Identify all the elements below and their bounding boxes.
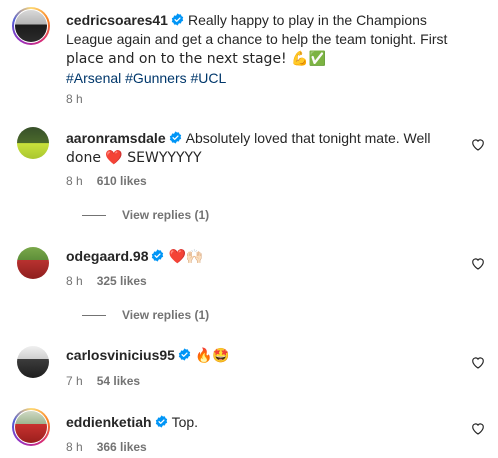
likes-count[interactable]: 54 likes bbox=[97, 374, 140, 388]
verified-badge-icon bbox=[171, 13, 184, 26]
view-replies-button[interactable]: View replies (1) bbox=[82, 208, 209, 222]
avatar[interactable] bbox=[15, 10, 47, 42]
divider bbox=[82, 315, 106, 317]
comment: eddienketiah Top. bbox=[66, 413, 466, 432]
comment-text: Absolutely loved that tonight mate. Well bbox=[185, 130, 431, 146]
divider bbox=[82, 215, 106, 217]
view-replies-label[interactable]: View replies (1) bbox=[122, 308, 209, 322]
comment-meta: 7 h 54 likes bbox=[66, 374, 140, 388]
comment-time: 8 h bbox=[66, 440, 83, 454]
comment-text: ❤️🙌🏻 bbox=[168, 249, 204, 265]
view-replies-button[interactable]: View replies (1) bbox=[82, 308, 209, 322]
comment-meta: 8 h 610 likes bbox=[66, 174, 147, 188]
avatar[interactable] bbox=[15, 411, 47, 443]
likes-count[interactable]: 325 likes bbox=[97, 274, 147, 288]
comment-username[interactable]: carlosvinicius95 bbox=[66, 347, 175, 363]
likes-count[interactable]: 610 likes bbox=[97, 174, 147, 188]
comment: aaronramsdale Absolutely loved that tonig… bbox=[66, 129, 466, 168]
comment-time: 8 h bbox=[66, 174, 83, 188]
comment: odegaard.98 ❤️🙌🏻 bbox=[66, 247, 466, 267]
hashtags[interactable]: #Arsenal #Gunners #UCL bbox=[66, 70, 226, 86]
comment-username[interactable]: aaronramsdale bbox=[66, 130, 166, 146]
comment-text: 🔥🤩 bbox=[194, 348, 230, 364]
heart-outline-icon[interactable] bbox=[471, 257, 485, 270]
verified-badge-icon bbox=[151, 249, 164, 262]
comment-time: 8 h bbox=[66, 274, 83, 288]
comment-meta: 8 h 325 likes bbox=[66, 274, 147, 288]
heart-outline-icon[interactable] bbox=[471, 422, 485, 435]
comment-text-2: done ❤️ SEWYYYYY bbox=[66, 150, 202, 166]
comment-time: 7 h bbox=[66, 374, 83, 388]
caption-text-2: League again and get a chance to help th… bbox=[66, 31, 448, 47]
comment-meta: 8 h 366 likes bbox=[66, 440, 147, 454]
verified-badge-icon bbox=[169, 131, 182, 144]
caption-text-3: place and on to the next stage! 💪✅ bbox=[66, 51, 326, 67]
avatar[interactable] bbox=[17, 127, 49, 159]
heart-outline-icon[interactable] bbox=[471, 138, 485, 151]
comment: carlosvinicius95 🔥🤩 bbox=[66, 346, 466, 366]
view-replies-label[interactable]: View replies (1) bbox=[122, 208, 209, 222]
avatar[interactable] bbox=[17, 247, 49, 279]
comment-text: Top. bbox=[171, 414, 199, 430]
verified-badge-icon bbox=[155, 415, 168, 428]
comment-username[interactable]: eddienketiah bbox=[66, 414, 152, 430]
likes-count[interactable]: 366 likes bbox=[97, 440, 147, 454]
verified-badge-icon bbox=[178, 348, 191, 361]
post-caption: cedricsoares41 Really happy to play in th… bbox=[66, 11, 486, 88]
caption-text-1: Really happy to play in the Champions bbox=[187, 12, 427, 28]
avatar[interactable] bbox=[17, 346, 49, 378]
post-time: 8 h bbox=[66, 92, 83, 106]
comment-username[interactable]: odegaard.98 bbox=[66, 248, 148, 264]
post-username[interactable]: cedricsoares41 bbox=[66, 12, 168, 28]
heart-outline-icon[interactable] bbox=[471, 356, 485, 369]
